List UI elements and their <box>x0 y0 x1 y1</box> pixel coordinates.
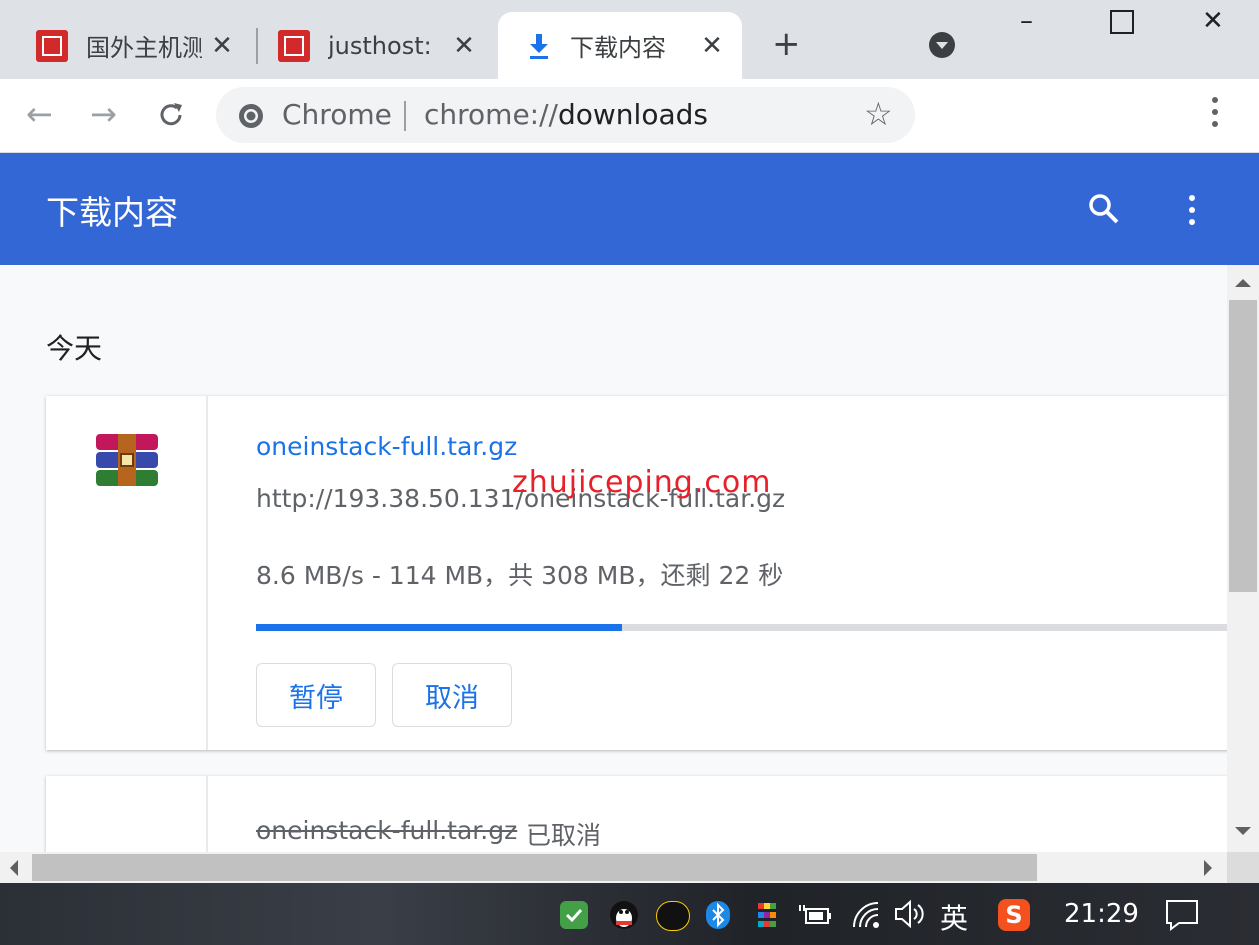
more-actions-icon[interactable] <box>1189 195 1197 225</box>
downloads-header: 下载内容 <box>0 153 1259 265</box>
toolbar: ← → Chrome chrome://downloads ☆ <box>0 79 1259 153</box>
omnibox-divider <box>404 101 406 131</box>
page-title: 下载内容 <box>46 193 178 232</box>
pause-button[interactable]: 暂停 <box>256 663 376 727</box>
scroll-down-arrow-icon[interactable] <box>1235 827 1251 837</box>
security-shield-icon[interactable] <box>560 901 588 929</box>
file-name-cancelled: oneinstack-full.tar.gz <box>256 816 518 845</box>
minimize-button[interactable]: – <box>1020 6 1033 36</box>
archive-file-icon <box>96 434 158 486</box>
volume-icon[interactable] <box>894 899 926 929</box>
progress-bar <box>256 624 1227 631</box>
search-icon[interactable] <box>1088 193 1120 225</box>
url-text[interactable]: chrome://downloads <box>424 98 708 131</box>
tab-title: justhost: <box>328 31 432 60</box>
tab-strip: 国外主机测 ✕ justhost: ✕ 下载内容 ✕ + – ✕ <box>0 0 1259 79</box>
close-window-button[interactable]: ✕ <box>1202 6 1224 36</box>
bookmark-star-icon[interactable]: ☆ <box>864 95 893 133</box>
download-item: oneinstack-full.tar.gz 已取消 <box>46 776 1227 852</box>
color-grid-icon[interactable] <box>758 903 776 927</box>
vertical-scroll-thumb[interactable] <box>1229 300 1257 592</box>
taskbar: 英 S 21:29 <box>0 883 1259 945</box>
battery-charging-icon[interactable] <box>798 901 832 929</box>
taskbar-clock[interactable]: 21:29 <box>1064 899 1139 929</box>
tab-downloads[interactable]: 下载内容 ✕ <box>498 12 742 79</box>
address-bar[interactable]: Chrome chrome://downloads ☆ <box>216 87 915 143</box>
forward-arrow-icon[interactable]: → <box>90 95 117 133</box>
new-tab-icon[interactable]: + <box>772 27 801 61</box>
scrollbar-corner <box>1227 852 1259 883</box>
back-arrow-icon[interactable]: ← <box>26 95 53 133</box>
reload-icon[interactable] <box>155 99 187 131</box>
progress-fill <box>256 624 623 631</box>
download-status: 已取消 <box>526 821 602 850</box>
horizontal-scroll-thumb[interactable] <box>32 854 1037 881</box>
qq-icon[interactable] <box>610 901 638 929</box>
sogou-input-icon[interactable]: S <box>998 899 1030 931</box>
tab-1[interactable]: 国外主机测 ✕ <box>36 12 246 79</box>
download-status: 8.6 MB/s - 114 MB，共 308 MB，还剩 22 秒 <box>256 561 784 590</box>
scroll-right-arrow-icon[interactable] <box>1204 860 1214 876</box>
download-item: oneinstack-full.tar.gz http://193.38.50.… <box>46 396 1227 750</box>
scroll-left-arrow-icon[interactable] <box>8 860 18 876</box>
bluetooth-icon[interactable] <box>706 901 730 929</box>
site-favicon-icon <box>36 29 68 62</box>
horizontal-scrollbar[interactable] <box>0 852 1227 883</box>
origin-chip: Chrome <box>282 98 392 131</box>
scroll-up-arrow-icon[interactable] <box>1235 277 1251 287</box>
date-heading: 今天 <box>46 332 103 365</box>
card-divider <box>206 776 208 852</box>
ime-indicator[interactable]: 英 <box>940 897 968 937</box>
close-tab-icon[interactable]: ✕ <box>698 31 726 61</box>
file-name-link[interactable]: oneinstack-full.tar.gz <box>256 432 517 461</box>
cancel-button[interactable]: 取消 <box>392 663 512 727</box>
browser-menu-icon[interactable] <box>1212 97 1220 127</box>
tab-separator <box>256 28 258 64</box>
tab-title: 国外主机测 <box>86 34 202 62</box>
notification-center-icon[interactable] <box>1165 899 1199 931</box>
tab-search-dropdown-icon[interactable] <box>928 31 956 59</box>
url-host: downloads <box>557 98 708 131</box>
card-divider <box>206 396 208 750</box>
download-icon <box>530 33 548 59</box>
watermark-text: zhujiceping.com <box>512 465 772 500</box>
wifi-icon[interactable] <box>852 901 882 929</box>
chrome-logo-icon <box>239 104 263 128</box>
app-tray-icon[interactable] <box>656 901 690 931</box>
downloads-list: 今天 oneinstack-full.tar.gz http://193.38.… <box>0 265 1227 852</box>
close-tab-icon[interactable]: ✕ <box>450 31 478 61</box>
site-favicon-icon <box>278 29 310 62</box>
vertical-scrollbar[interactable] <box>1227 265 1259 852</box>
url-scheme: chrome:// <box>424 98 558 131</box>
tab-2[interactable]: justhost: ✕ <box>278 12 488 79</box>
tab-title: 下载内容 <box>570 34 666 62</box>
maximize-button[interactable] <box>1110 10 1134 34</box>
close-tab-icon[interactable]: ✕ <box>208 31 236 61</box>
